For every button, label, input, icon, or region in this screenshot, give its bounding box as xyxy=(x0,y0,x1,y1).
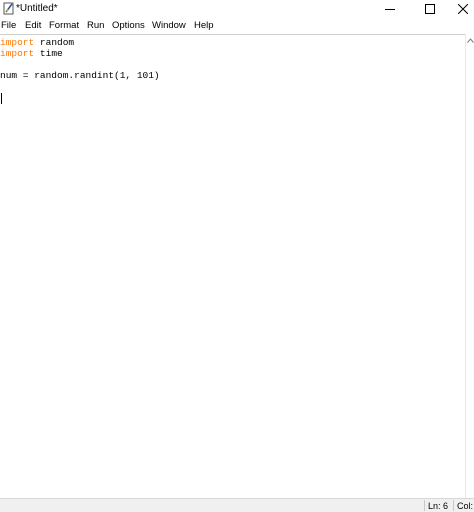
menu-edit[interactable]: Edit xyxy=(25,19,41,32)
status-divider xyxy=(453,500,454,511)
status-bar: Ln: 6 Col: 0 xyxy=(0,498,474,512)
code-line: import random xyxy=(0,37,74,48)
code-text: num = random.randint(1, 101) xyxy=(0,70,160,81)
code-text: time xyxy=(34,48,63,59)
status-column-number: Col: 0 xyxy=(457,501,474,511)
scroll-up-arrow-icon xyxy=(467,38,474,43)
menu-window[interactable]: Window xyxy=(152,19,186,32)
idle-editor-window: *Untitled* File Edit Format Run Options … xyxy=(0,0,474,512)
vertical-scrollbar[interactable] xyxy=(465,34,474,498)
status-line-number: Ln: 6 xyxy=(428,501,449,511)
menu-format[interactable]: Format xyxy=(49,19,79,32)
menu-bar: File Edit Format Run Options Window Help xyxy=(0,18,474,33)
maximize-button[interactable] xyxy=(413,0,447,18)
menu-run[interactable]: Run xyxy=(87,19,104,32)
code-line: import time xyxy=(0,48,63,59)
window-title: *Untitled* xyxy=(16,3,58,14)
title-bar: *Untitled* xyxy=(0,0,474,18)
maximize-icon xyxy=(425,4,435,14)
code-line: num = random.randint(1, 101) xyxy=(0,70,160,81)
keyword-token: import xyxy=(0,37,35,48)
keyword-token: import xyxy=(0,48,35,59)
idle-feather-icon[interactable] xyxy=(3,2,15,15)
close-icon xyxy=(458,4,468,14)
menu-help[interactable]: Help xyxy=(194,19,214,32)
text-cursor xyxy=(1,93,2,104)
code-text: random xyxy=(34,37,75,48)
minimize-button[interactable] xyxy=(373,0,407,18)
menu-file[interactable]: File xyxy=(1,19,16,32)
status-divider xyxy=(424,500,425,511)
code-editor[interactable]: import random import time num = random.r… xyxy=(0,34,465,499)
menu-options[interactable]: Options xyxy=(112,19,145,32)
close-button[interactable] xyxy=(446,0,474,18)
minimize-icon xyxy=(385,9,395,10)
